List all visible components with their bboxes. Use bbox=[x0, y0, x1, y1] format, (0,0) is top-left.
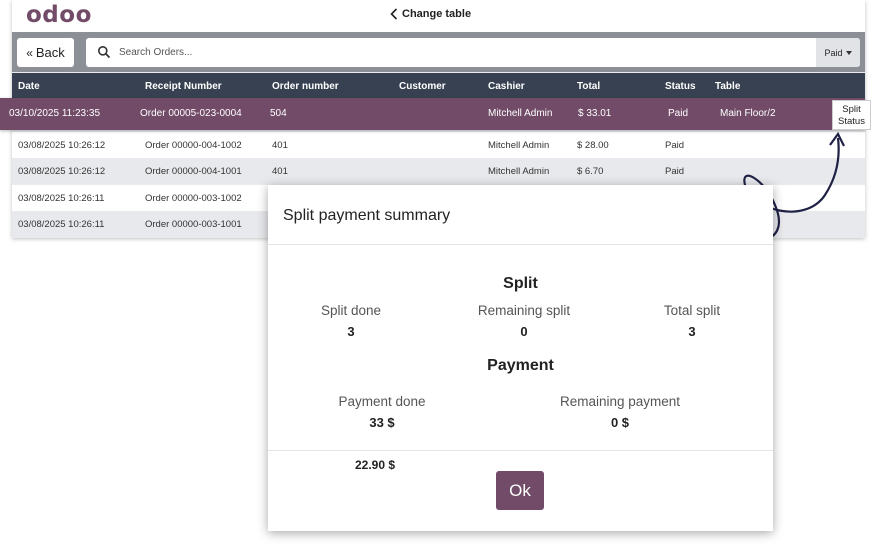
column-header-cashier[interactable]: Cashier bbox=[488, 81, 525, 92]
total-split-label: Total split bbox=[663, 303, 721, 318]
change-table-button[interactable]: Change table bbox=[390, 8, 471, 20]
payment-done-label: Payment done bbox=[338, 394, 426, 409]
remaining-split-stat: Remaining split 0 bbox=[474, 303, 574, 339]
split-done-value: 3 bbox=[347, 324, 355, 339]
back-button[interactable]: « Back bbox=[17, 38, 74, 67]
dialog-title: Split payment summary bbox=[283, 207, 451, 224]
cell-date: 03/08/2025 10:26:12 bbox=[18, 140, 106, 151]
double-chevron-left-icon: « bbox=[26, 45, 33, 60]
column-header-order-number[interactable]: Order number bbox=[272, 81, 339, 92]
remaining-split-value: 0 bbox=[520, 324, 528, 339]
column-header-table[interactable]: Table bbox=[715, 81, 740, 92]
cell-date: 03/08/2025 10:26:11 bbox=[18, 193, 105, 204]
cell-receipt: Order 00000-004-1001 bbox=[145, 166, 242, 177]
cell-cashier: Mitchell Admin bbox=[488, 140, 550, 151]
orders-table-header: Date Receipt Number Order number Custome… bbox=[12, 73, 865, 99]
remaining-payment-value: 0 $ bbox=[610, 415, 630, 430]
cell-total: $ 28.00 bbox=[577, 140, 609, 151]
cell-total: $ 33.01 bbox=[578, 108, 612, 119]
cell-total: $ 6.70 bbox=[577, 166, 604, 177]
footer-amount: 22.90 $ bbox=[355, 458, 396, 472]
cell-cashier: Mitchell Admin bbox=[488, 108, 553, 119]
status-filter-dropdown[interactable]: Paid bbox=[816, 38, 860, 67]
caret-down-icon bbox=[845, 50, 852, 55]
payment-section-title: Payment bbox=[487, 357, 554, 374]
cell-order: 401 bbox=[272, 166, 288, 177]
cell-receipt: Order 00000-003-1002 bbox=[145, 193, 242, 204]
remaining-payment-label: Remaining payment bbox=[559, 394, 681, 409]
search-icon bbox=[98, 46, 111, 59]
cell-date: 03/10/2025 11:23:35 bbox=[9, 108, 101, 119]
column-header-status[interactable]: Status bbox=[665, 81, 696, 92]
split-section-title: Split bbox=[503, 275, 538, 292]
cell-status: Paid bbox=[665, 140, 685, 151]
header-divider bbox=[268, 244, 773, 245]
orders-toolbar: « Back Paid bbox=[12, 32, 865, 72]
cell-status: Paid bbox=[665, 166, 685, 177]
split-done-stat: Split done 3 bbox=[319, 303, 383, 339]
ok-button[interactable]: Ok bbox=[496, 471, 544, 510]
total-split-stat: Total split 3 bbox=[660, 303, 724, 339]
split-payment-summary-dialog: Split payment summary Split Split done 3… bbox=[268, 185, 773, 531]
callout-line-2: Status bbox=[838, 116, 865, 127]
remaining-payment-stat: Remaining payment 0 $ bbox=[555, 394, 685, 430]
cell-date: 03/08/2025 10:26:11 bbox=[18, 219, 105, 230]
status-filter-value: Paid bbox=[824, 47, 843, 58]
payment-done-value: 33 $ bbox=[369, 415, 395, 430]
remaining-split-label: Remaining split bbox=[477, 303, 571, 318]
column-header-receipt-number[interactable]: Receipt Number bbox=[145, 81, 222, 92]
back-label: Back bbox=[35, 45, 65, 60]
table-row[interactable]: 03/08/2025 10:26:12 Order 00000-004-1001… bbox=[12, 158, 865, 184]
odoo-logo: odoo bbox=[26, 2, 92, 28]
change-table-label: Change table bbox=[402, 8, 472, 20]
top-bar: odoo Change table bbox=[12, 0, 865, 32]
callout-line-1: Split bbox=[842, 104, 861, 115]
column-header-date[interactable]: Date bbox=[18, 81, 40, 92]
cell-receipt: Order 00000-004-1002 bbox=[145, 140, 242, 151]
search-bar: Paid bbox=[86, 38, 860, 67]
column-header-customer[interactable]: Customer bbox=[399, 81, 446, 92]
cell-receipt: Order 00000-003-1001 bbox=[145, 219, 242, 230]
total-split-value: 3 bbox=[688, 324, 696, 339]
split-status-callout: Split Status bbox=[832, 100, 871, 130]
cell-cashier: Mitchell Admin bbox=[488, 166, 550, 177]
payment-done-stat: Payment done 33 $ bbox=[335, 394, 429, 430]
split-done-label: Split done bbox=[320, 303, 382, 318]
cell-receipt: Order 00005-023-0004 bbox=[140, 108, 242, 119]
footer-divider bbox=[268, 450, 773, 451]
cell-status: Paid bbox=[668, 108, 689, 119]
table-row[interactable]: 03/08/2025 10:26:12 Order 00000-004-1002… bbox=[12, 132, 865, 158]
cell-table: Main Floor/2 bbox=[720, 108, 776, 119]
search-input[interactable] bbox=[119, 38, 809, 67]
column-header-total[interactable]: Total bbox=[577, 81, 600, 92]
cell-order: 504 bbox=[270, 108, 287, 119]
selected-order-row[interactable]: 03/10/2025 11:23:35 Order 00005-023-0004… bbox=[0, 98, 865, 130]
chevron-left-icon bbox=[390, 8, 398, 20]
cell-order: 401 bbox=[272, 140, 288, 151]
cell-date: 03/08/2025 10:26:12 bbox=[18, 166, 106, 177]
